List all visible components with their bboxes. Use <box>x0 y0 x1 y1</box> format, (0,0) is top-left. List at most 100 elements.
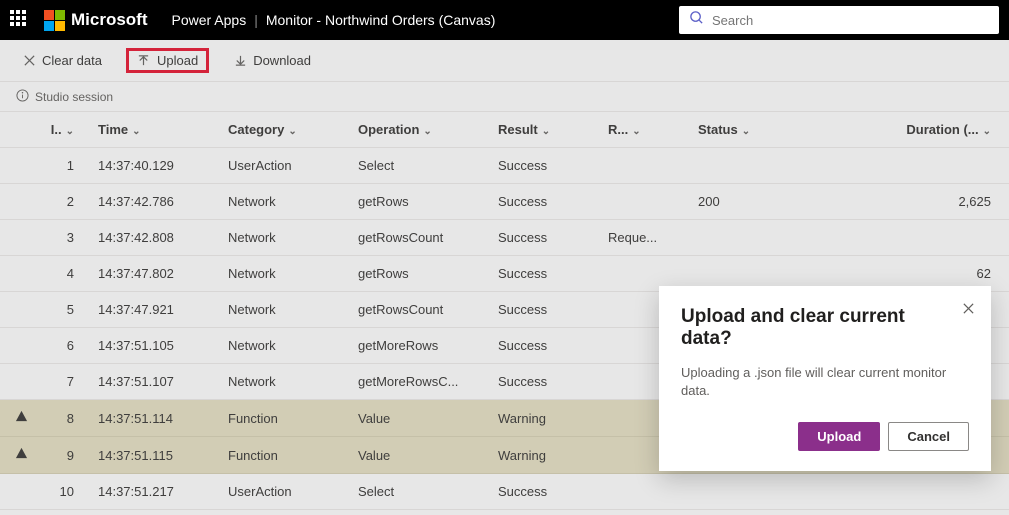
time-cell: 14:37:42.786 <box>90 184 220 220</box>
warn-cell <box>0 292 42 328</box>
id-cell: 3 <box>42 220 90 256</box>
result-cell: Success <box>490 148 600 184</box>
result-cell: Warning <box>490 400 600 437</box>
dialog-actions: Upload Cancel <box>681 422 969 451</box>
table-row[interactable]: 2 14:37:42.786 Network getRows Success 2… <box>0 184 1009 220</box>
warn-cell <box>0 148 42 184</box>
r-cell: Reque... <box>600 220 690 256</box>
time-cell: 14:37:51.105 <box>90 328 220 364</box>
status-cell <box>690 474 790 510</box>
operation-cell: getRows <box>350 184 490 220</box>
result-cell: Success <box>490 184 600 220</box>
warn-cell <box>0 184 42 220</box>
col-warn[interactable] <box>0 112 42 148</box>
category-cell: UserAction <box>220 148 350 184</box>
download-label: Download <box>253 53 311 68</box>
operation-cell: getMoreRowsC... <box>350 364 490 400</box>
chevron-down-icon: ⌄ <box>742 126 750 137</box>
app-header: Microsoft Power Apps | Monitor - Northwi… <box>0 0 1009 40</box>
r-cell <box>600 148 690 184</box>
warning-icon <box>15 411 28 426</box>
warn-cell <box>0 364 42 400</box>
col-duration[interactable]: Duration (...⌄ <box>790 112 1009 148</box>
id-cell: 9 <box>42 437 90 474</box>
app-launcher-icon[interactable] <box>10 10 30 30</box>
brand-label: Microsoft <box>71 10 148 30</box>
chevron-down-icon: ⌄ <box>423 126 431 137</box>
category-cell: Function <box>220 400 350 437</box>
operation-cell: getRows <box>350 256 490 292</box>
microsoft-logo[interactable]: Microsoft <box>44 10 148 31</box>
id-cell: 8 <box>42 400 90 437</box>
clear-data-button[interactable]: Clear data <box>16 49 108 72</box>
result-cell: Success <box>490 474 600 510</box>
col-status[interactable]: Status⌄ <box>690 112 790 148</box>
duration-cell <box>790 220 1009 256</box>
r-cell <box>600 474 690 510</box>
operation-cell: getMoreRows <box>350 328 490 364</box>
time-cell: 14:37:51.217 <box>90 474 220 510</box>
operation-cell: Select <box>350 474 490 510</box>
download-button[interactable]: Download <box>227 49 317 72</box>
time-cell: 14:37:51.114 <box>90 400 220 437</box>
id-cell: 6 <box>42 328 90 364</box>
chevron-down-icon: ⌄ <box>542 126 550 137</box>
id-cell: 2 <box>42 184 90 220</box>
result-cell: Success <box>490 328 600 364</box>
result-cell: Success <box>490 256 600 292</box>
chevron-down-icon: ⌄ <box>632 126 640 137</box>
status-cell: 200 <box>690 184 790 220</box>
time-cell: 14:37:47.802 <box>90 256 220 292</box>
status-cell <box>690 148 790 184</box>
dialog-close-button[interactable] <box>962 302 975 319</box>
category-cell: Network <box>220 220 350 256</box>
category-cell: Network <box>220 364 350 400</box>
table-header-row: I..⌄ Time⌄ Category⌄ Operation⌄ Result⌄ … <box>0 112 1009 148</box>
r-cell <box>600 184 690 220</box>
upload-dialog: Upload and clear current data? Uploading… <box>659 286 991 471</box>
dialog-cancel-button[interactable]: Cancel <box>888 422 969 451</box>
category-cell: Network <box>220 292 350 328</box>
operation-cell: Value <box>350 437 490 474</box>
breadcrumb: Power Apps | Monitor - Northwind Orders … <box>172 12 496 28</box>
dialog-body: Uploading a .json file will clear curren… <box>681 364 969 400</box>
table-row[interactable]: 3 14:37:42.808 Network getRowsCount Succ… <box>0 220 1009 256</box>
result-cell: Success <box>490 364 600 400</box>
upload-label: Upload <box>157 53 198 68</box>
chevron-down-icon: ⌄ <box>66 126 74 137</box>
upload-button[interactable]: Upload <box>126 48 209 73</box>
category-cell: Network <box>220 256 350 292</box>
warn-cell <box>0 328 42 364</box>
operation-cell: Value <box>350 400 490 437</box>
operation-cell: getRowsCount <box>350 292 490 328</box>
id-cell: 4 <box>42 256 90 292</box>
col-result[interactable]: Result⌄ <box>490 112 600 148</box>
category-cell: Function <box>220 437 350 474</box>
dialog-upload-button[interactable]: Upload <box>798 422 880 451</box>
col-time[interactable]: Time⌄ <box>90 112 220 148</box>
status-cell <box>690 220 790 256</box>
duration-cell <box>790 148 1009 184</box>
warn-cell <box>0 437 42 474</box>
id-cell: 7 <box>42 364 90 400</box>
table-row[interactable]: 1 14:37:40.129 UserAction Select Success <box>0 148 1009 184</box>
search-box[interactable] <box>679 6 999 34</box>
page-title: Monitor - Northwind Orders (Canvas) <box>266 12 496 28</box>
table-row[interactable]: 10 14:37:51.217 UserAction Select Succes… <box>0 474 1009 510</box>
app-name[interactable]: Power Apps <box>172 12 247 28</box>
category-cell: Network <box>220 184 350 220</box>
col-r[interactable]: R...⌄ <box>600 112 690 148</box>
warning-icon <box>15 448 28 463</box>
col-operation[interactable]: Operation⌄ <box>350 112 490 148</box>
search-input[interactable] <box>712 13 989 28</box>
warn-cell <box>0 400 42 437</box>
warn-cell <box>0 474 42 510</box>
id-cell: 1 <box>42 148 90 184</box>
result-cell: Warning <box>490 437 600 474</box>
time-cell: 14:37:47.921 <box>90 292 220 328</box>
duration-cell <box>790 474 1009 510</box>
col-id[interactable]: I..⌄ <box>42 112 90 148</box>
session-label: Studio session <box>35 90 113 104</box>
download-icon <box>233 54 247 68</box>
col-category[interactable]: Category⌄ <box>220 112 350 148</box>
